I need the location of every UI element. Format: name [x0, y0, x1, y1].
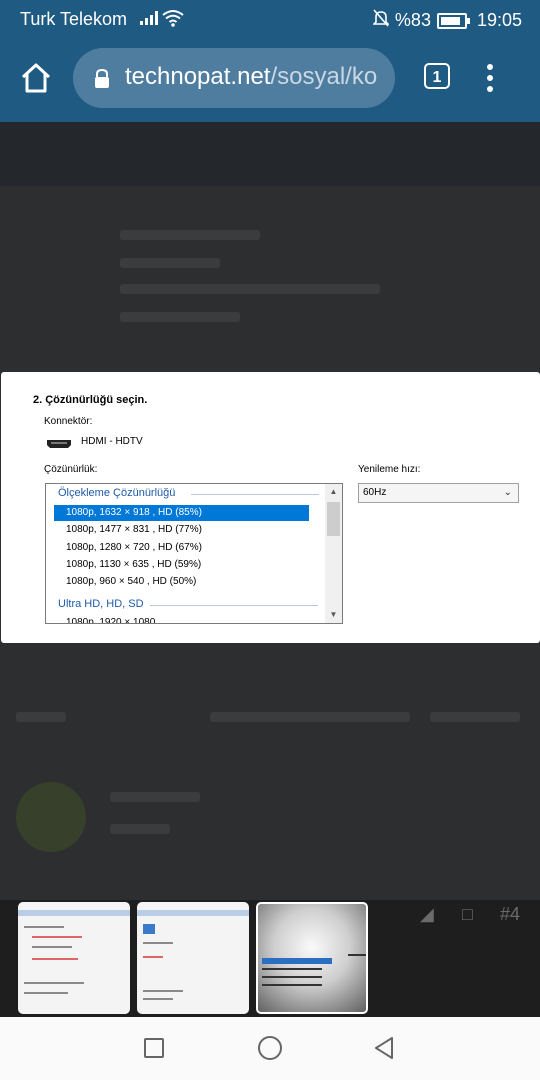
overflow-menu-icon[interactable]	[486, 64, 494, 94]
status-bar: Turk Telekom %83 19:05	[0, 0, 540, 38]
wifi-icon	[162, 9, 184, 32]
post-number: #4	[500, 904, 521, 924]
carrier-name: Turk Telekom	[20, 9, 128, 29]
scroll-down-arrow-icon[interactable]: ▼	[325, 607, 342, 623]
resolution-label: Çözünürlük:	[44, 464, 98, 475]
tab-switcher-button[interactable]: 1	[424, 63, 450, 89]
scroll-up-arrow-icon[interactable]: ▲	[325, 484, 342, 500]
battery-icon	[436, 12, 470, 29]
system-navigation-bar	[0, 1017, 540, 1080]
url-text: technopat.net/sosyal/ko	[125, 63, 377, 91]
back-icon[interactable]	[373, 1036, 395, 1065]
battery-percent: %83	[394, 10, 431, 30]
gallery-thumbnail-1[interactable]	[18, 902, 130, 1014]
browser-toolbar: technopat.net/sosyal/ko 1	[0, 38, 540, 122]
list-group-header: Ultra HD, HD, SD	[58, 598, 318, 610]
site-header	[0, 122, 540, 186]
gallery-thumbnail-strip: ◢ □ #4	[0, 900, 540, 1017]
gallery-thumbnail-2[interactable]	[137, 902, 249, 1014]
share-icon: ◢	[420, 904, 434, 924]
url-domain: technopat.net	[125, 63, 271, 90]
list-item-selected[interactable]: 1080p, 1632 × 918 , HD (85%)	[54, 505, 309, 521]
home-icon	[21, 63, 51, 93]
url-path: /sosyal/ko	[270, 63, 378, 90]
list-item[interactable]: 1080p, 1130 × 635 , HD (59%)	[54, 557, 309, 573]
chevron-down-icon: ⌄	[503, 487, 512, 498]
avatar	[16, 782, 86, 852]
dialog-title: 2. Çözünürlüğü seçin.	[33, 394, 148, 406]
signal-icon	[140, 11, 158, 30]
home-nav-button[interactable]	[258, 1036, 282, 1060]
recent-apps-button[interactable]	[144, 1038, 164, 1058]
scroll-thumb[interactable]	[327, 502, 340, 536]
home-button[interactable]	[18, 60, 54, 96]
connector-value: HDMI - HDTV	[81, 436, 143, 447]
bookmark-icon: □	[462, 904, 473, 924]
list-item-partial[interactable]: 1080p, 1920 × 1080	[54, 615, 309, 623]
url-bar[interactable]: technopat.net/sosyal/ko	[73, 48, 395, 108]
list-item[interactable]: 1080p, 1477 × 831 , HD (77%)	[54, 522, 309, 538]
refresh-rate-value: 60Hz	[363, 487, 387, 498]
resolution-listbox[interactable]: Ölçekleme Çözünürlüğü 1080p, 1632 × 918 …	[45, 483, 343, 624]
mute-icon	[371, 9, 390, 32]
resolution-dialog-image: 2. Çözünürlüğü seçin. Konnektör: HDMI - …	[1, 372, 540, 643]
list-group-header: Ölçekleme Çözünürlüğü	[58, 487, 319, 499]
connector-label: Konnektör:	[44, 416, 93, 427]
lock-icon	[93, 68, 111, 95]
gallery-thumbnail-3-active[interactable]	[256, 902, 368, 1014]
clock: 19:05	[476, 10, 522, 30]
list-item[interactable]: 1080p, 960 × 540 , HD (50%)	[54, 574, 309, 590]
list-item[interactable]: 1080p, 1280 × 720 , HD (67%)	[54, 540, 309, 556]
refresh-rate-select[interactable]: 60Hz ⌄	[358, 483, 519, 503]
list-scrollbar[interactable]: ▲ ▼	[325, 484, 342, 623]
refresh-rate-label: Yenileme hızı:	[358, 464, 421, 475]
hdmi-icon	[46, 436, 72, 454]
